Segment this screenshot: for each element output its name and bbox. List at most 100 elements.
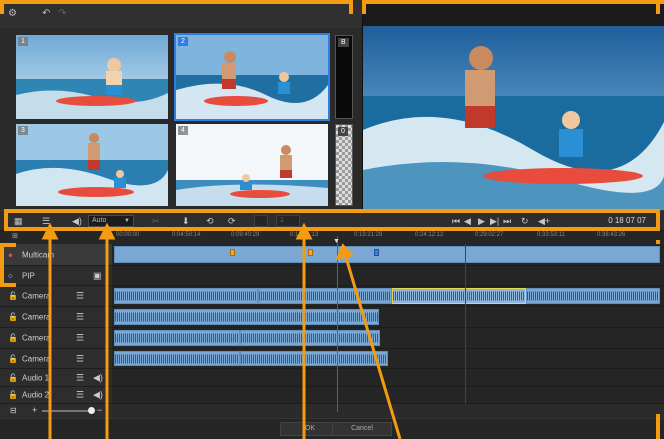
zoom-slider[interactable] <box>42 410 92 412</box>
multicam-clip[interactable] <box>114 246 660 263</box>
lock-icon[interactable]: 🔓 <box>8 373 18 382</box>
lock-icon[interactable]: 🔓 <box>8 354 18 363</box>
camera-number-0: 0 <box>338 127 348 136</box>
fit-icon[interactable]: ⊟ <box>10 406 17 415</box>
ruler-label: 0:09:40:29 <box>231 232 260 238</box>
clip[interactable] <box>526 288 660 304</box>
track-header-audio-2[interactable]: 🔓 Audio 2 ☰ ◀) <box>0 387 112 404</box>
track-multicam[interactable] <box>112 244 664 266</box>
track-name: Audio 1 <box>22 373 50 382</box>
track-name: Camera <box>22 312 51 322</box>
repeat-icon[interactable]: ↻ <box>521 216 529 226</box>
zoom-in-label[interactable]: + <box>32 405 37 415</box>
grid-layout-icon[interactable]: ▦ <box>14 216 23 226</box>
clip[interactable] <box>114 330 240 346</box>
track-name: PIP <box>22 271 35 280</box>
undo-icon[interactable]: ↶ <box>42 9 50 19</box>
track-header-camera-3[interactable]: 🔓 Camera ☰ <box>0 328 112 349</box>
track-header-audio-1[interactable]: 🔓 Audio 1 ☰ ◀) <box>0 369 112 387</box>
track-header-camera-1[interactable]: 🔓 Camera ☰ <box>0 286 112 307</box>
track-camera-1[interactable] <box>112 286 664 307</box>
track-header-camera-2[interactable]: 🔓 Camera ☰ <box>0 307 112 328</box>
timecode[interactable]: 0 18 07 07 <box>608 216 646 226</box>
track-audio-1[interactable] <box>112 369 664 387</box>
system-volume-icon[interactable]: ◀+ <box>538 216 550 226</box>
go-end-icon[interactable]: ⏭ <box>503 216 511 226</box>
clip[interactable] <box>114 288 258 304</box>
camera-switch-marker[interactable] <box>308 249 313 256</box>
cancel-button[interactable]: Cancel <box>332 422 392 436</box>
camera-cell-1[interactable]: 1 <box>16 35 168 119</box>
track-header-multicam[interactable]: ● Multicam <box>0 244 112 266</box>
track-camera-2[interactable] <box>112 307 664 328</box>
callout-bracket <box>349 0 353 14</box>
play-icon[interactable]: ▶ <box>478 216 485 226</box>
camera-slot-0[interactable]: 0 <box>335 124 353 206</box>
speaker-icon[interactable]: ◀) <box>93 372 103 383</box>
track-settings-icon[interactable]: ☰ <box>76 353 84 364</box>
track-settings-icon[interactable]: ☰ <box>76 390 84 401</box>
cut-icon[interactable]: ✂ <box>152 216 160 226</box>
track-settings-icon[interactable]: ☰ <box>76 291 84 302</box>
spin-input[interactable]: 1 <box>276 215 300 227</box>
camera-cell-4[interactable]: 4 <box>176 124 328 206</box>
snapshot-box[interactable] <box>254 215 268 227</box>
ok-button[interactable]: OK <box>280 422 340 436</box>
lock-icon[interactable]: 🔓 <box>8 292 18 301</box>
track-audio-2[interactable] <box>112 387 664 404</box>
track-settings-icon[interactable]: ☰ <box>76 333 84 344</box>
lock-icon[interactable]: 🔓 <box>8 391 18 400</box>
callout-bracket <box>362 0 664 4</box>
waveform <box>115 312 378 322</box>
camera-number-1: 1 <box>18 37 28 46</box>
timeline-ruler[interactable]: ⊞ 00:00:00 0:04:50:14 0:09:40:29 0:14:31… <box>0 231 664 244</box>
camera-cell-3[interactable]: 3 <box>16 124 168 206</box>
camera-number-b: B <box>338 38 349 47</box>
go-start-icon[interactable]: ⏮ <box>452 216 460 226</box>
speaker-icon[interactable]: ◀) <box>93 390 103 401</box>
clip[interactable] <box>258 288 392 304</box>
track-settings-icon[interactable]: ☰ <box>76 312 84 323</box>
lock-icon[interactable]: 🔓 <box>8 334 18 343</box>
zoom-slider-knob[interactable] <box>88 407 95 414</box>
audio-source-select[interactable]: Auto ▼ <box>88 215 134 227</box>
clip[interactable] <box>240 330 380 346</box>
camera-switch-marker[interactable] <box>230 249 235 256</box>
clip[interactable] <box>114 309 379 325</box>
playhead-handle[interactable]: ▼ <box>333 238 340 245</box>
marker-icon[interactable]: ⬇ <box>182 216 190 226</box>
redo-icon[interactable]: ↷ <box>58 9 66 19</box>
audio-source-value: Auto <box>92 217 107 224</box>
clip[interactable] <box>240 351 388 366</box>
track-camera-3[interactable] <box>112 328 664 349</box>
volume-icon[interactable]: ◀) <box>72 216 82 226</box>
fit-timeline-icon[interactable]: ⊞ <box>12 232 18 240</box>
zoom-out-label[interactable]: − <box>97 405 102 415</box>
ruler-label: 0:04:50:14 <box>172 232 201 238</box>
sync-icon[interactable]: ⟲ <box>206 216 214 226</box>
camera-cell-2[interactable]: 2 <box>174 33 330 121</box>
callout-bracket <box>362 0 366 14</box>
selected-clip[interactable] <box>392 288 526 304</box>
gear-icon[interactable]: ⚙ <box>8 9 17 19</box>
callout-bracket <box>0 243 16 247</box>
waveform <box>241 354 387 363</box>
clip[interactable] <box>114 351 240 366</box>
pip-icon[interactable]: ▣ <box>93 270 102 281</box>
ruler-label: 0:24:12:12 <box>415 232 444 238</box>
prev-frame-icon[interactable]: ◀ <box>464 216 471 226</box>
track-header-camera-4[interactable]: 🔓 Camera ☰ <box>0 349 112 369</box>
waveform <box>115 291 257 301</box>
track-camera-4[interactable] <box>112 349 664 369</box>
camera-switch-marker[interactable] <box>374 249 379 256</box>
track-settings-icon[interactable]: ☰ <box>42 216 50 226</box>
camera-slot-b[interactable]: B <box>335 35 353 119</box>
playhead[interactable] <box>337 236 338 412</box>
callout-bracket <box>4 227 660 231</box>
track-settings-icon[interactable]: ☰ <box>76 372 84 383</box>
lock-icon[interactable]: 🔓 <box>8 313 18 322</box>
next-frame-icon[interactable]: ▶| <box>490 216 499 226</box>
track-header-pip[interactable]: ○ PIP ▣ <box>0 266 112 286</box>
sync-audio-icon[interactable]: ⟳ <box>228 216 236 226</box>
track-pip[interactable] <box>112 266 664 286</box>
